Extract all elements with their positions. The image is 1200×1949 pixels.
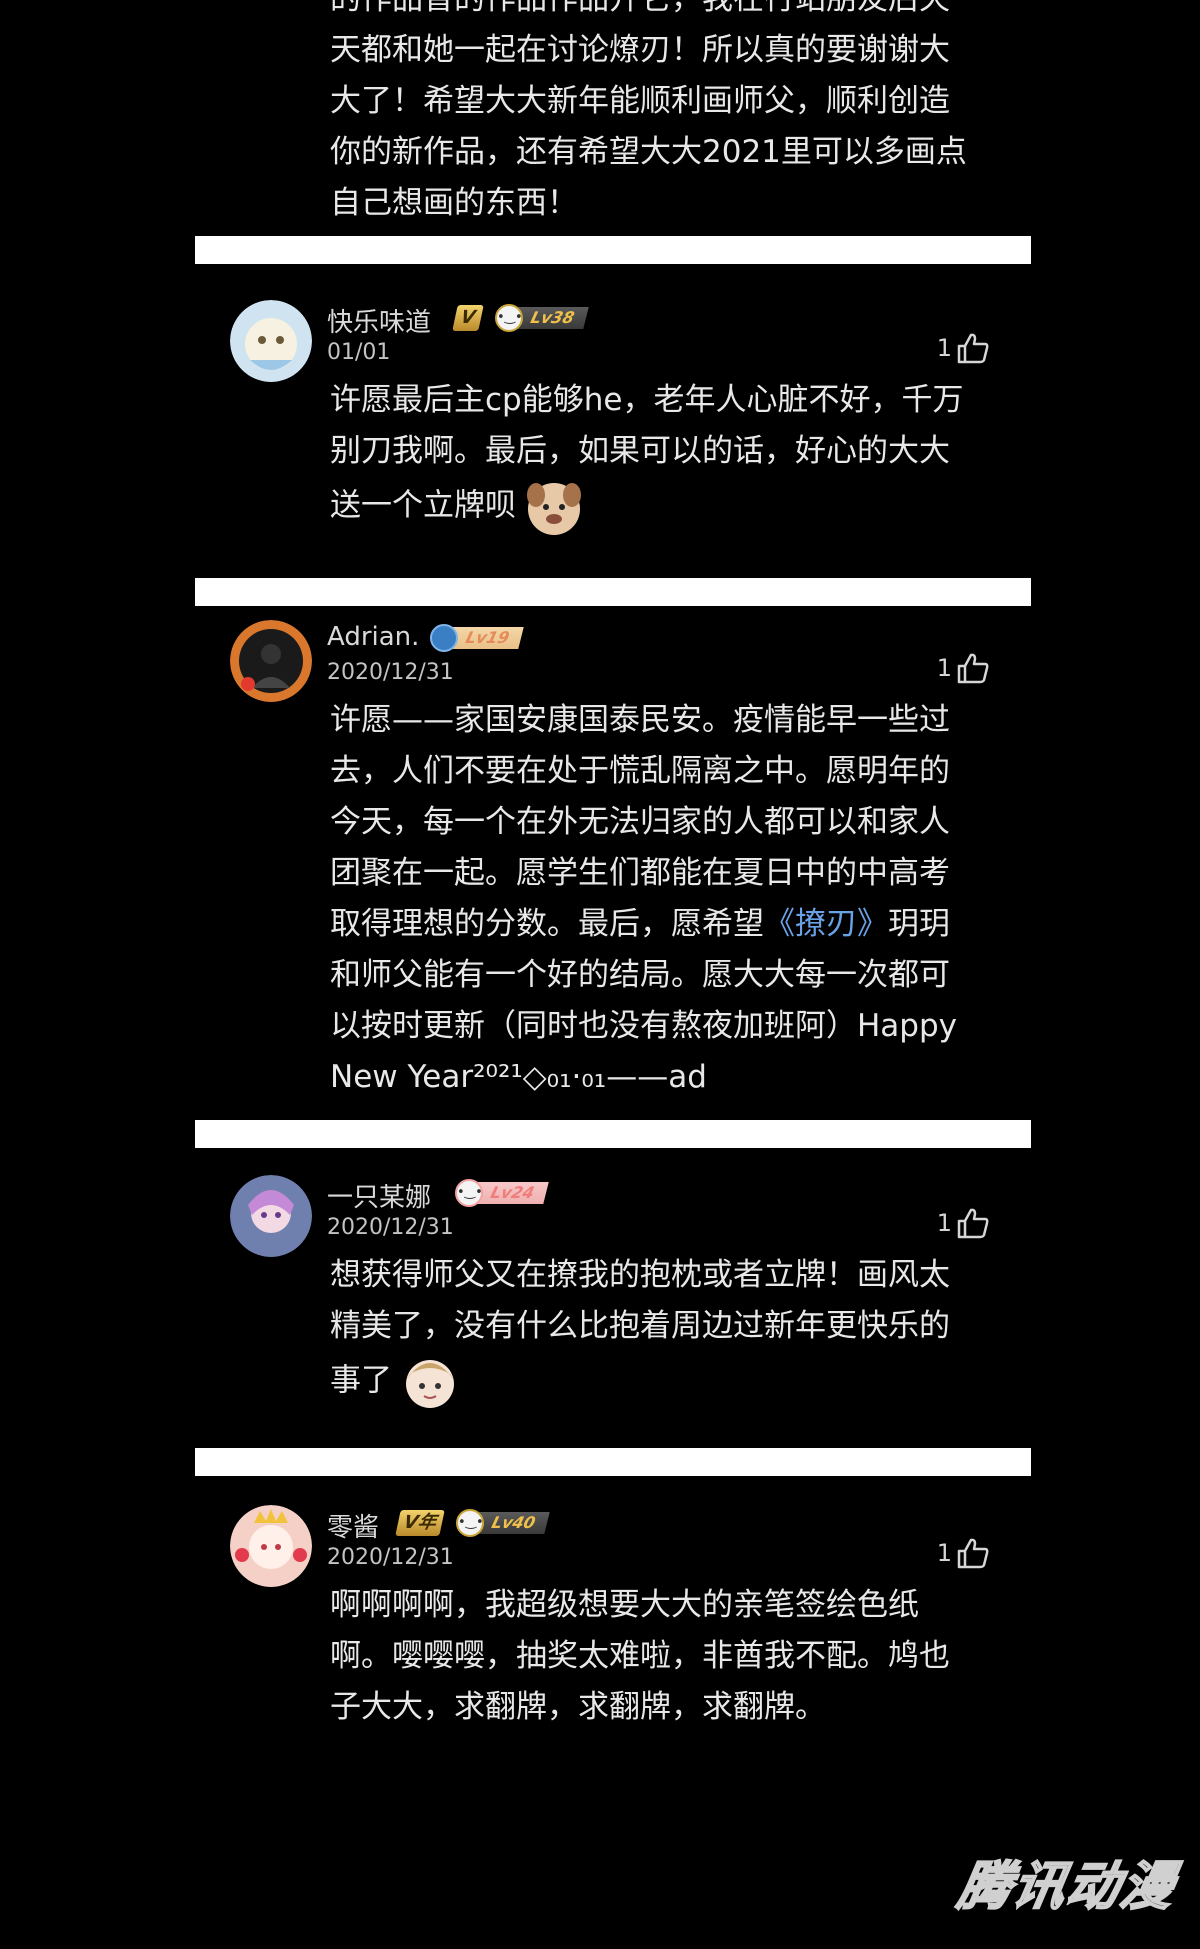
avatar[interactable] — [230, 300, 312, 382]
text-line: 子大大，求翻牌，求翻牌，求翻牌。 — [330, 1689, 826, 1725]
avatar[interactable] — [230, 1175, 312, 1257]
thumbs-up-icon — [957, 333, 989, 364]
text-line: 取得理想的分数。最后，愿希望《撩刃》玥玥 — [330, 899, 1000, 950]
watermark-logo: 腾讯动漫 — [953, 1856, 1182, 1918]
divider — [195, 236, 1031, 264]
previous-comment-text: 的作品曾的作品作品开它，我在行站朋友后天 天都和她一起在讨论燎刃！所以真的要谢谢… — [330, 0, 1010, 229]
comment-text: 想获得师父又在撩我的抱枕或者立牌！画风太 精美了，没有什么比抱着周边过新年更快乐… — [330, 1250, 1000, 1412]
text-line: 啊。嘤嘤嘤，抽奖太难啦，非酋我不配。鸠也 — [330, 1638, 950, 1674]
level-badge: •‿• Lv38 — [494, 304, 589, 332]
text-line: 精美了，没有什么比抱着周边过新年更快乐的 — [330, 1308, 950, 1344]
text-line: 想获得师父又在撩我的抱枕或者立牌！画风太 — [330, 1257, 950, 1293]
text-line: 今天，每一个在外无法归家的人都可以和家人 — [330, 804, 950, 840]
text-line: 和师父能有一个好的结局。愿大大每一次都可 — [330, 957, 950, 993]
level-badge: •‿• Lv24 — [455, 1179, 549, 1207]
dog-sticker-icon — [527, 483, 581, 535]
like-button[interactable]: 1 — [937, 1537, 990, 1569]
divider — [195, 1448, 1031, 1476]
comment-text: 许愿——家国安康国泰民安。疫情能早一些过 去，人们不要在处于慌乱隔离之中。愿明年… — [330, 695, 1000, 1103]
text-line: 团聚在一起。愿学生们都能在夏日中的中高考 — [330, 855, 950, 891]
thumbs-up-icon — [957, 1208, 989, 1239]
vip-badge: V年 — [395, 1510, 445, 1536]
badges: V年 •‿• Lv40 — [395, 1509, 550, 1537]
comment-date: 01/01 — [327, 340, 391, 365]
level-badge: Lv19 — [430, 624, 524, 652]
text-line: 啊啊啊啊，我超级想要大大的亲笔签绘色纸 — [330, 1587, 919, 1623]
comment-text: 许愿最后主cp能够he，老年人心脏不好，千万 别刀我啊。最后，如果可以的话，好心… — [330, 375, 1000, 537]
text-line: 送一个立牌呗 — [330, 477, 1000, 537]
username[interactable]: 一只某娜 — [327, 1177, 431, 1214]
like-button[interactable]: 1 — [937, 652, 990, 684]
text-segment: 事了 — [330, 1362, 392, 1399]
level-label: Lv38 — [512, 307, 589, 329]
text-line: 许愿最后主cp能够he，老年人心脏不好，千万 — [330, 382, 964, 418]
comic-title-link[interactable]: 《撩刃》 — [764, 906, 888, 942]
text-line: New Year²⁰²¹◇₀₁·₀₁——ad — [330, 1059, 707, 1095]
like-count: 1 — [936, 334, 952, 362]
divider — [195, 1120, 1031, 1148]
text-segment: 取得理想的分数。最后，愿希望 — [330, 906, 764, 942]
like-button[interactable]: 1 — [937, 332, 990, 364]
text-line: 别刀我啊。最后，如果可以的话，好心的大大 — [330, 433, 950, 469]
like-button[interactable]: 1 — [937, 1207, 990, 1239]
like-count: 1 — [936, 654, 952, 682]
like-count: 1 — [936, 1539, 952, 1567]
thumbs-up-icon — [957, 653, 989, 684]
text-line: 大了！希望大大新年能顺利画师父，顺利创造 — [330, 83, 950, 119]
text-line: 的作品曾的作品作品开它，我在行站朋友后天 — [330, 0, 1010, 25]
crown-face-icon: •‿• — [494, 304, 523, 332]
comment-date: 2020/12/31 — [327, 660, 454, 685]
comment-text: 啊啊啊啊，我超级想要大大的亲笔签绘色纸 啊。嘤嘤嘤，抽奖太难啦，非酋我不配。鸠也… — [330, 1580, 1000, 1733]
username[interactable]: 快乐味道 — [327, 302, 431, 339]
text-line: 自己想画的东西！ — [330, 185, 578, 221]
girl-sticker-icon — [406, 1360, 454, 1408]
comment-date: 2020/12/31 — [327, 1545, 454, 1570]
text-line: 去，人们不要在处于慌乱隔离之中。愿明年的 — [330, 753, 950, 789]
badges: •‿• Lv24 — [455, 1179, 549, 1207]
text-segment: 玥玥 — [888, 906, 950, 942]
badges: V •‿• Lv38 — [452, 304, 589, 332]
text-line: 事了 — [330, 1352, 1000, 1412]
text-line: 天都和她一起在讨论燎刃！所以真的要谢谢大 — [330, 32, 950, 68]
level-label: Lv24 — [472, 1182, 549, 1204]
level-label: Lv40 — [473, 1512, 550, 1534]
comment-date: 2020/12/31 — [327, 1215, 454, 1240]
text-line: 以按时更新（同时也没有熬夜加班阿）Happy — [330, 1008, 958, 1044]
level-badge: •‿• Lv40 — [455, 1509, 550, 1537]
avatar[interactable] — [230, 620, 312, 702]
username[interactable]: 零酱 — [327, 1507, 379, 1544]
username[interactable]: Adrian. — [327, 622, 419, 652]
text-segment: 送一个立牌呗 — [330, 487, 516, 524]
crown-face-icon: •‿• — [455, 1509, 484, 1537]
face-icon: •‿• — [455, 1179, 483, 1207]
divider — [195, 578, 1031, 606]
badges: Lv19 — [430, 624, 524, 652]
level-label: Lv19 — [447, 627, 524, 649]
avatar[interactable] — [230, 1505, 312, 1587]
globe-face-icon — [430, 624, 458, 652]
text-line: 你的新作品，还有希望大大2021里可以多画点 — [330, 134, 967, 170]
thumbs-up-icon — [957, 1538, 989, 1569]
text-line: 许愿——家国安康国泰民安。疫情能早一些过 — [330, 702, 950, 738]
vip-badge: V — [452, 305, 484, 331]
like-count: 1 — [936, 1209, 952, 1237]
